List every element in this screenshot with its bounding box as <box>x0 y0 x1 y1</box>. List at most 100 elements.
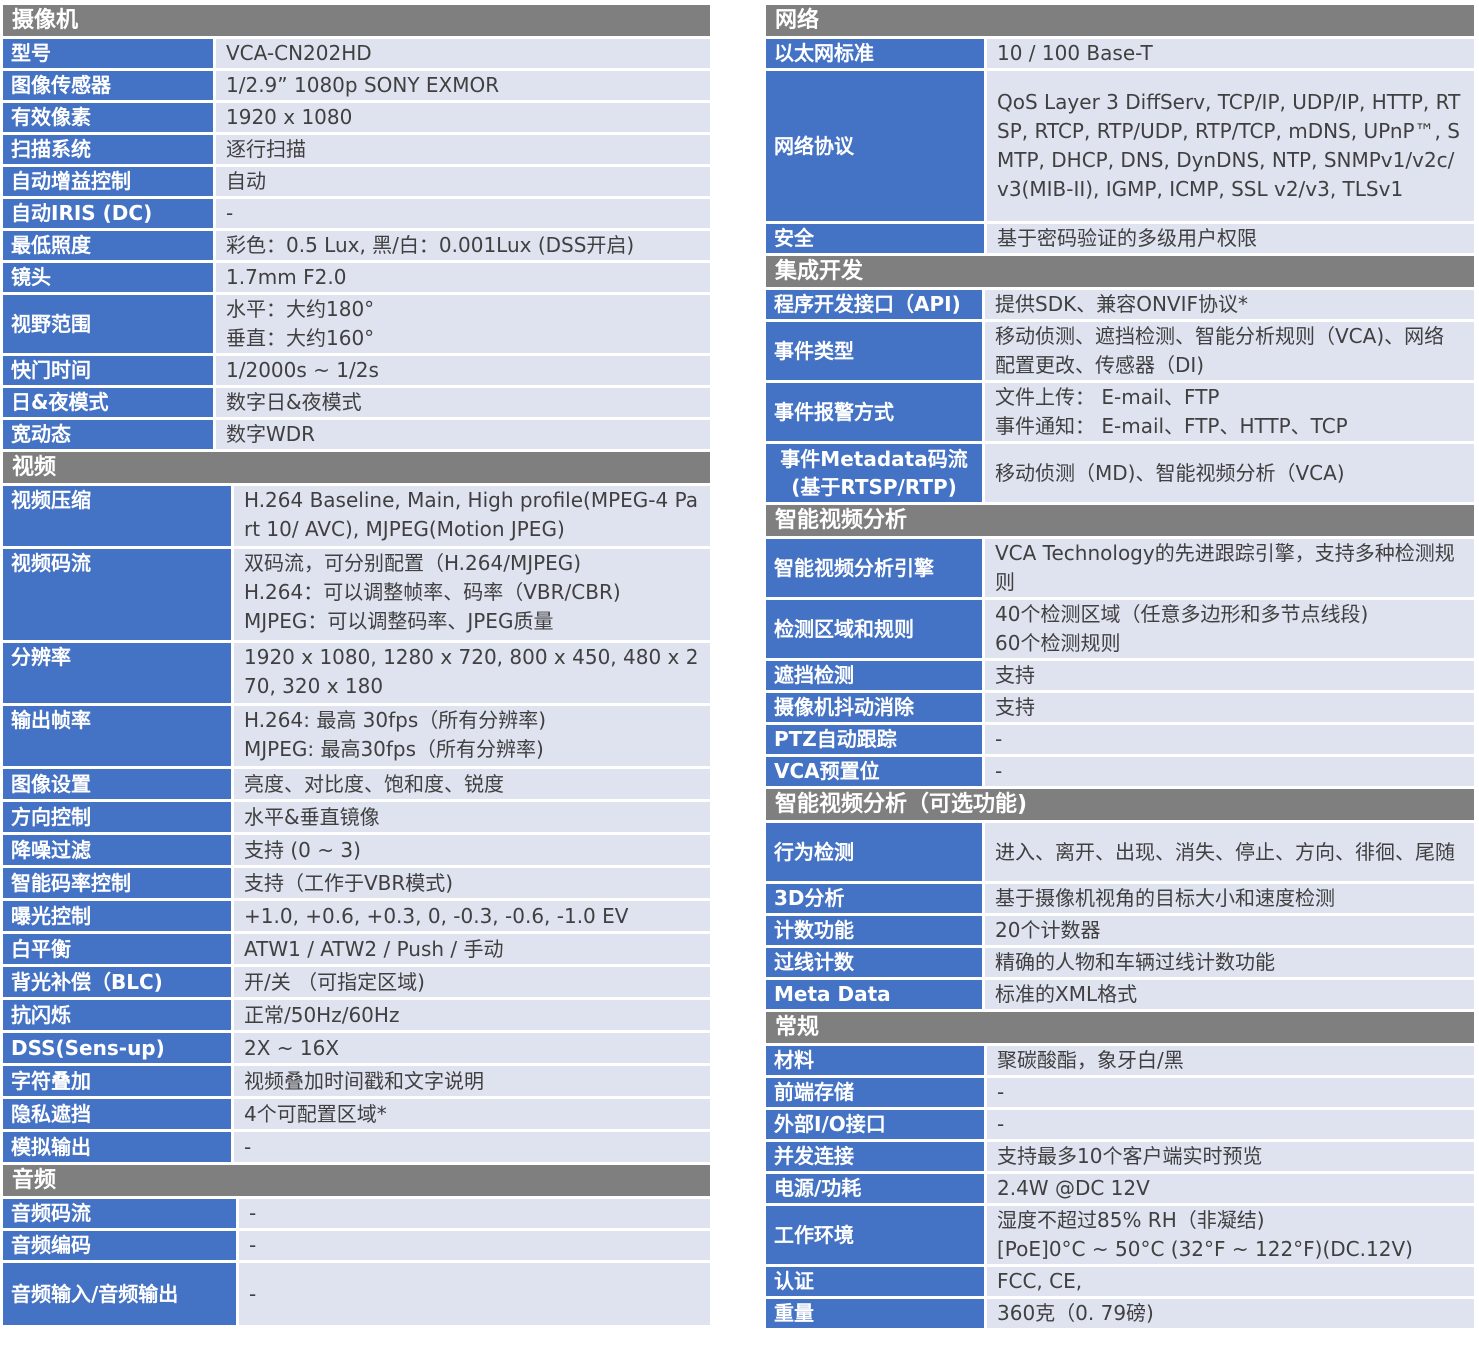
spec-row: 镜头 1.7mm F2.0 <box>3 263 710 292</box>
section-header: 网络 <box>766 5 1474 36</box>
spec-label: 以太网标准 <box>766 39 984 68</box>
spec-label: 智能码率控制 <box>3 868 231 898</box>
spec-value: - <box>239 1231 710 1260</box>
spec-row: 材料 聚碳酸酯，象牙白/黑 <box>766 1046 1474 1075</box>
spec-value: 移动侦测、遮挡检测、智能分析规则（VCA)、网络配置更改、传感器（DI) <box>985 322 1474 380</box>
spec-label: 检测区域和规则 <box>766 600 982 658</box>
spec-label: 视频压缩 <box>3 486 231 546</box>
spec-label: 背光补偿（BLC) <box>3 967 231 997</box>
spec-value: 数字日&夜模式 <box>216 388 710 417</box>
spec-value: VCA Technology的先进跟踪引擎，支持多种检测规则 <box>985 539 1474 597</box>
spec-value: 1920 x 1080 <box>216 103 710 132</box>
spec-label: PTZ自动跟踪 <box>766 725 982 754</box>
spec-row: 计数功能 20个计数器 <box>766 916 1474 945</box>
spec-label: 快门时间 <box>3 356 213 385</box>
spec-row: 视野范围 水平：大约180° 垂直：大约160° <box>3 295 710 353</box>
spec-value: - <box>234 1132 710 1162</box>
spec-row: 音频输入/音频输出 - <box>3 1263 710 1325</box>
spec-label: 事件Metadata码流 (基于RTSP/RTP) <box>766 444 982 502</box>
spec-label: 字符叠加 <box>3 1066 231 1096</box>
spec-label: 程序开发接口（API) <box>766 290 982 319</box>
spec-row: 智能码率控制 支持（工作于VBR模式) <box>3 868 710 898</box>
spec-row: VCA预置位 - <box>766 757 1474 786</box>
spec-row: 型号 VCA-CN202HD <box>3 39 710 68</box>
spec-value: +1.0, +0.6, +0.3, 0, -0.3, -0.6, -1.0 EV <box>234 901 710 931</box>
spec-value: 2X ~ 16X <box>234 1033 710 1063</box>
spec-value: 自动 <box>216 167 710 196</box>
spec-row: 白平衡 ATW1 / ATW2 / Push / 手动 <box>3 934 710 964</box>
spec-row: 认证 FCC, CE, <box>766 1267 1474 1296</box>
spec-label: 型号 <box>3 39 213 68</box>
spec-row: 遮挡检测 支持 <box>766 661 1474 690</box>
spec-row: 模拟输出 - <box>3 1132 710 1162</box>
spec-value: QoS Layer 3 DiffServ, TCP/IP, UDP/IP, HT… <box>987 71 1474 221</box>
spec-label: 自动IRIS (DC) <box>3 199 213 228</box>
spec-value: 4个可配置区域* <box>234 1099 710 1129</box>
spec-label: VCA预置位 <box>766 757 982 786</box>
spec-row: 抗闪烁 正常/50Hz/60Hz <box>3 1000 710 1030</box>
spec-row: 安全 基于密码验证的多级用户权限 <box>766 224 1474 253</box>
spec-row: Meta Data 标准的XML格式 <box>766 980 1474 1009</box>
spec-label: 模拟输出 <box>3 1132 231 1162</box>
spec-value: 聚碳酸酯，象牙白/黑 <box>987 1046 1474 1075</box>
spec-value: 正常/50Hz/60Hz <box>234 1000 710 1030</box>
spec-label: 有效像素 <box>3 103 213 132</box>
spec-value: - <box>985 725 1474 754</box>
spec-row: 背光补偿（BLC) 开/关 （可指定区域) <box>3 967 710 997</box>
spec-label: 认证 <box>766 1267 984 1296</box>
spec-value: 文件上传： E-mail、FTP 事件通知： E-mail、FTP、HTTP、T… <box>985 383 1474 441</box>
spec-row: 方向控制 水平&垂直镜像 <box>3 802 710 832</box>
spec-row: 自动增益控制 自动 <box>3 167 710 196</box>
spec-row: 视频码流 双码流，可分别配置（H.264/MJPEG) H.264：可以调整帧率、… <box>3 549 710 640</box>
spec-value: - <box>987 1110 1474 1139</box>
spec-label: 视野范围 <box>3 295 213 353</box>
spec-row: 以太网标准 10 / 100 Base-T <box>766 39 1474 68</box>
spec-label: 摄像机抖动消除 <box>766 693 982 722</box>
spec-label: 计数功能 <box>766 916 982 945</box>
spec-row: 事件报警方式 文件上传： E-mail、FTP 事件通知： E-mail、FTP、… <box>766 383 1474 441</box>
spec-label: 网络协议 <box>766 71 984 221</box>
spec-value: 视频叠加时间戳和文字说明 <box>234 1066 710 1096</box>
spec-label: 宽动态 <box>3 420 213 449</box>
spec-row: 隐私遮挡 4个可配置区域* <box>3 1099 710 1129</box>
spec-row: 3D分析 基于摄像机视角的目标大小和速度检测 <box>766 884 1474 913</box>
spec-value: 移动侦测（MD)、智能视频分析（VCA) <box>985 444 1474 502</box>
spec-value: - <box>216 199 710 228</box>
spec-row: 降噪过滤 支持 (0 ~ 3) <box>3 835 710 865</box>
section-header: 常规 <box>766 1012 1474 1043</box>
spec-row: 分辨率 1920 x 1080, 1280 x 720, 800 x 450, 4… <box>3 643 710 703</box>
spec-value: 逐行扫描 <box>216 135 710 164</box>
spec-label: 输出帧率 <box>3 706 231 766</box>
spec-label: 分辨率 <box>3 643 231 703</box>
spec-value: 2.4W @DC 12V <box>987 1174 1474 1203</box>
spec-row: 事件类型 移动侦测、遮挡检测、智能分析规则（VCA)、网络配置更改、传感器（DI) <box>766 322 1474 380</box>
spec-label: 并发连接 <box>766 1142 984 1171</box>
spec-row: 前端存储 - <box>766 1078 1474 1107</box>
spec-label: 扫描系统 <box>3 135 213 164</box>
spec-row: 电源/功耗 2.4W @DC 12V <box>766 1174 1474 1203</box>
spec-value: 基于摄像机视角的目标大小和速度检测 <box>985 884 1474 913</box>
spec-label: 安全 <box>766 224 984 253</box>
spec-label: 事件报警方式 <box>766 383 982 441</box>
spec-label: 最低照度 <box>3 231 213 260</box>
spec-value: 提供SDK、兼容ONVIF协议* <box>985 290 1474 319</box>
section-header: 智能视频分析 <box>766 505 1474 536</box>
spec-label: 隐私遮挡 <box>3 1099 231 1129</box>
spec-row: 重量 360克（0. 79磅) <box>766 1299 1474 1328</box>
spec-label: 电源/功耗 <box>766 1174 984 1203</box>
spec-label: DSS(Sens-up) <box>3 1033 231 1063</box>
spec-label: 外部I/O接口 <box>766 1110 984 1139</box>
spec-label: 过线计数 <box>766 948 982 977</box>
spec-value: H.264 Baseline, Main, High profile(MPEG-… <box>234 486 710 546</box>
spec-value: 支持 <box>985 661 1474 690</box>
spec-row: 自动IRIS (DC) - <box>3 199 710 228</box>
section-header: 视频 <box>3 452 710 483</box>
spec-value: 支持最多10个客户端实时预览 <box>987 1142 1474 1171</box>
spec-label: 视频码流 <box>3 549 231 640</box>
spec-label: 抗闪烁 <box>3 1000 231 1030</box>
spec-label: 日&夜模式 <box>3 388 213 417</box>
spec-value: 1/2.9” 1080p SONY EXMOR <box>216 71 710 100</box>
spec-row: 摄像机抖动消除 支持 <box>766 693 1474 722</box>
spec-label: 3D分析 <box>766 884 982 913</box>
spec-row: 有效像素 1920 x 1080 <box>3 103 710 132</box>
